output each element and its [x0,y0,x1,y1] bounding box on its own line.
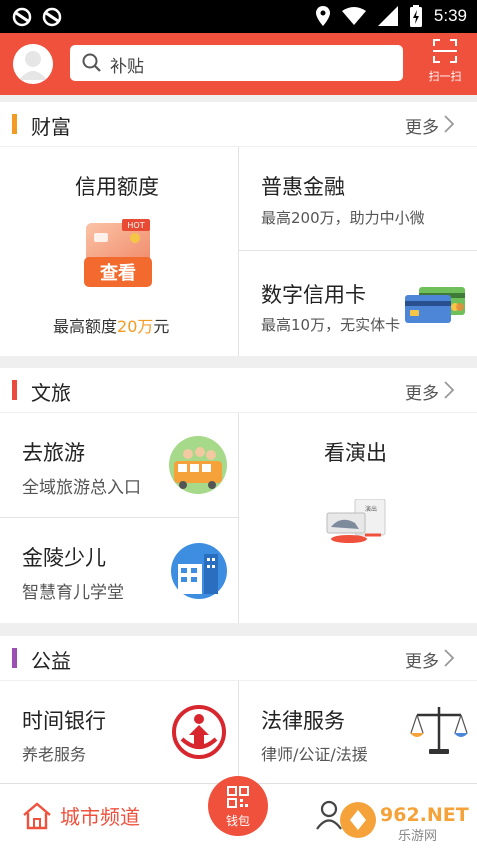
chevron-right-icon[interactable] [443,648,455,668]
signal-icon [377,6,398,26]
nav-label: 城市频道 [60,805,140,829]
section-wealth-header: 财富 更多 [0,102,477,146]
status-bar: 5:39 [0,0,477,33]
hot-badge: HOT [127,221,144,230]
divider [239,250,477,251]
wifi-icon [341,7,366,25]
home-icon [23,801,51,829]
divider [0,517,238,518]
digital-credit-card-card[interactable]: 数字信用卡 最高10万，无实体卡 [239,251,477,356]
chevron-right-icon[interactable] [443,114,455,134]
search-input[interactable]: 补贴 [70,45,403,81]
section-accent-bar [12,114,17,134]
more-link[interactable]: 更多 [405,379,439,404]
inclusive-finance-card[interactable]: 普惠金融 最高200万，助力中小微 [239,147,477,250]
ticket-text: 演出 [365,505,377,513]
nav-city-channel[interactable]: 城市频道 [22,801,140,830]
scan-icon [433,39,457,63]
card-subtitle: 全域旅游总入口 [22,478,141,498]
sync-icon [12,7,32,27]
card-subtitle: 律师/公证/法援 [261,745,368,764]
search-placeholder: 补贴 [110,57,144,77]
school-building-icon [171,543,227,599]
section-accent-bar [12,380,17,400]
clock: 5:39 [433,6,467,25]
section-title: 财富 [31,115,71,139]
card-subtitle: 智慧育儿学堂 [22,583,124,603]
divider [238,681,239,783]
credit-cards-icon [405,287,465,323]
travel-bus-icon [169,436,227,494]
section-title: 文旅 [31,381,71,405]
scales-icon [410,707,468,754]
avatar[interactable] [13,44,53,84]
time-bank-card[interactable]: 时间银行 养老服务 [0,681,238,783]
credit-limit-card[interactable]: 信用额度 HOT 查看 最高额度20万元 [0,147,238,356]
watermark-sub: 乐游网 [398,829,437,844]
performance-ticket-icon: 演出 [326,499,386,543]
watermark-text: 962.NET [380,804,469,826]
scan-button[interactable]: 扫一扫 [425,39,465,84]
section-title: 公益 [31,649,71,673]
card-title: 信用额度 [75,175,159,199]
card-title: 普惠金融 [261,175,345,199]
section-culture-travel-header: 文旅 更多 [0,368,477,412]
credit-amount: 20万 [117,317,154,336]
wallet-button[interactable]: 钱包 [208,776,268,836]
location-icon [315,6,330,26]
view-button-label: 查看 [100,262,136,284]
card-title: 看演出 [324,441,387,465]
chevron-right-icon[interactable] [443,380,455,400]
card-subtitle: 最高200万，助力中小微 [261,209,425,227]
more-link[interactable]: 更多 [405,113,439,138]
card-subtitle: 养老服务 [22,745,87,764]
performance-card[interactable]: 看演出 演出 [239,413,477,623]
site-watermark-logo: 962.NET 乐游网 [340,802,469,844]
more-link[interactable]: 更多 [405,647,439,672]
app-header: 补贴 扫一扫 [0,33,477,95]
kids-card[interactable]: 金陵少儿 智慧育儿学堂 [0,518,238,623]
card-subtitle: 最高10万，无实体卡 [261,316,401,334]
legal-services-card[interactable]: 法律服务 律师/公证/法援 [239,681,477,783]
divider [238,147,239,356]
scan-label: 扫一扫 [428,70,462,83]
card-title: 时间银行 [22,709,106,733]
travel-card[interactable]: 去旅游 全域旅游总入口 [0,413,238,517]
card-title: 去旅游 [22,441,85,465]
sync-icon [42,7,62,27]
battery-icon [409,5,422,27]
section-accent-bar [12,648,17,668]
wallet-label: 钱包 [225,814,250,828]
card-title: 金陵少儿 [22,546,106,570]
card-title: 法律服务 [261,709,345,733]
qr-code-icon [227,786,249,808]
credit-view-icon: HOT 查看 [84,219,152,287]
section-charity-header: 公益 更多 [0,636,477,680]
card-title: 数字信用卡 [261,283,366,307]
divider [238,413,239,623]
credit-limit-sub: 最高额度20万元 [53,317,170,336]
search-icon [82,53,101,72]
volunteer-emblem-icon [172,705,226,759]
